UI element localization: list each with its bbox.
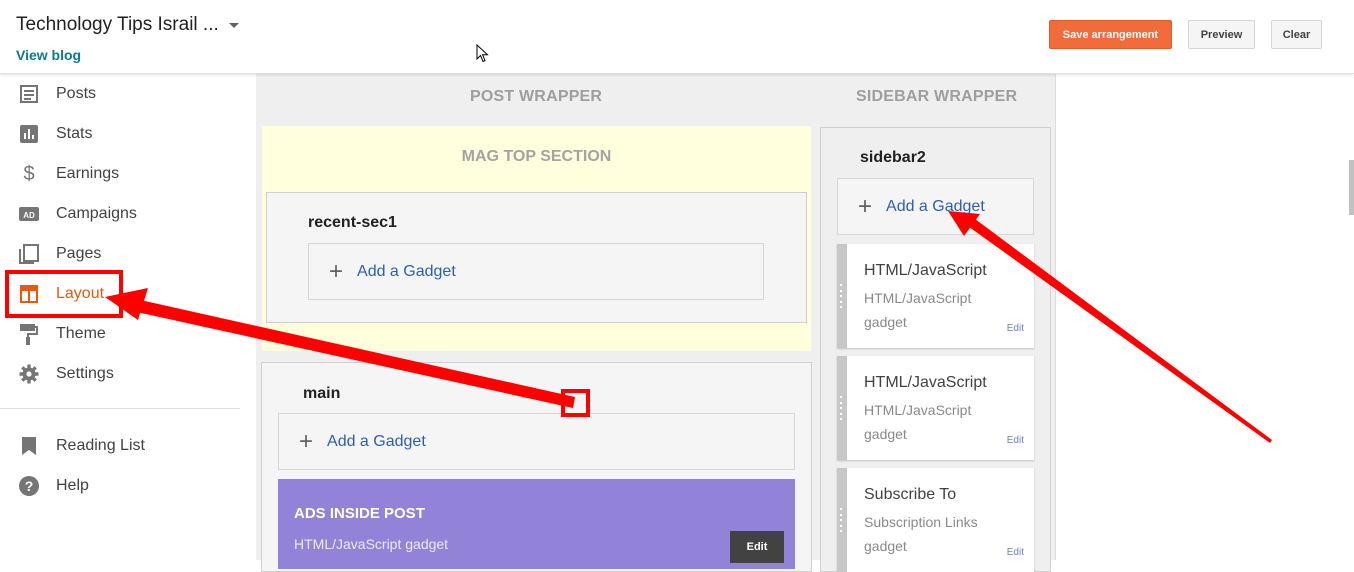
add-gadget-button[interactable]: + Add a Gadget	[837, 178, 1034, 235]
edit-button[interactable]: Edit	[730, 531, 784, 563]
sidebar-item-pages[interactable]: Pages	[0, 234, 240, 274]
clear-button[interactable]: Clear	[1271, 20, 1322, 49]
paint-roller-icon	[18, 323, 40, 345]
gadget-title: Subscribe To	[864, 486, 957, 503]
sidebar-item-label: Campaigns	[56, 205, 137, 222]
preview-button[interactable]: Preview	[1188, 20, 1255, 49]
bookmark-icon	[18, 435, 40, 457]
scrollbar-thumb[interactable]	[1349, 160, 1354, 215]
sidebar-item-label: Posts	[56, 85, 97, 102]
add-gadget-button[interactable]: + Add a Gadget	[278, 413, 795, 470]
layout-highlight-box	[5, 270, 123, 318]
sidebar-wrapper-title: SIDEBAR WRAPPER	[856, 88, 1018, 105]
section-name: main	[303, 385, 341, 402]
sidebar-item-stats[interactable]: Stats	[0, 114, 240, 154]
plus-icon: +	[329, 257, 344, 285]
sidebar-item-settings[interactable]: Settings	[0, 354, 240, 394]
nav-divider	[0, 408, 240, 409]
drag-handle-icon[interactable]	[840, 284, 844, 308]
target-highlight-box	[561, 389, 590, 417]
ads-inside-post-gadget[interactable]: ADS INSIDE POST HTML/JavaScript gadget E…	[278, 479, 795, 569]
add-gadget-button[interactable]: + Add a Gadget	[308, 243, 764, 300]
plus-icon: +	[299, 427, 314, 455]
edit-link[interactable]: Edit	[1007, 435, 1024, 446]
sidebar-item-theme[interactable]: Theme	[0, 314, 240, 354]
gadget-title: HTML/JavaScript	[864, 262, 987, 279]
gadget-card[interactable]: HTML/JavaScript HTML/JavaScript gadget E…	[837, 356, 1034, 460]
sidebar-item-reading-list[interactable]: Reading List	[0, 426, 240, 466]
mag-top-title: MAG TOP SECTION	[461, 148, 612, 165]
edit-link[interactable]: Edit	[1007, 323, 1024, 334]
sidebar-item-label: Stats	[56, 125, 93, 142]
edit-link[interactable]: Edit	[1007, 547, 1024, 558]
gadget-card[interactable]: Subscribe To Subscription Links gadget E…	[837, 468, 1034, 572]
sidebar-item-label: Pages	[56, 245, 102, 262]
help-icon: ?	[18, 475, 40, 497]
add-gadget-label: Add a Gadget	[886, 197, 985, 215]
add-gadget-label: Add a Gadget	[327, 432, 426, 450]
pages-icon	[18, 243, 40, 265]
sidebar-item-label: Theme	[56, 325, 106, 342]
gadget-subtitle: Subscription Links gadget	[864, 514, 978, 554]
posts-icon	[18, 83, 40, 105]
section-name: recent-sec1	[308, 214, 397, 231]
sidebar-item-campaigns[interactable]: AD Campaigns	[0, 194, 240, 234]
sidebar-item-label: Settings	[56, 365, 114, 382]
stats-icon	[18, 123, 40, 145]
sidebar-item-posts[interactable]: Posts	[0, 74, 240, 114]
svg-text:?: ?	[25, 478, 34, 494]
blog-selector[interactable]: Technology Tips Israil ...	[16, 14, 239, 36]
top-bar: Technology Tips Israil ... View blog Sav…	[0, 0, 1354, 74]
gadget-card[interactable]: HTML/JavaScript HTML/JavaScript gadget E…	[837, 244, 1034, 348]
sidebar-item-label: Reading List	[56, 437, 145, 454]
gadget-subtitle: HTML/JavaScript gadget	[864, 402, 972, 442]
gadget-subtitle: HTML/JavaScript gadget	[864, 290, 972, 330]
view-blog-link[interactable]: View blog	[16, 47, 81, 63]
sidebar-item-help[interactable]: ? Help	[0, 466, 240, 506]
sidebar-item-label: Help	[56, 477, 89, 494]
gadget-title: HTML/JavaScript	[864, 374, 987, 391]
gear-icon	[18, 363, 40, 385]
svg-text:AD: AD	[23, 211, 35, 220]
drag-handle-icon[interactable]	[840, 396, 844, 420]
save-arrangement-button[interactable]: Save arrangement	[1049, 20, 1172, 49]
blog-title: Technology Tips Israil ...	[16, 14, 219, 35]
drag-handle-icon[interactable]	[840, 508, 844, 532]
caret-down-icon	[228, 22, 239, 28]
mouse-cursor-icon	[476, 44, 489, 63]
ad-icon: AD	[18, 203, 40, 225]
add-gadget-label: Add a Gadget	[357, 262, 456, 280]
post-wrapper-title: POST WRAPPER	[470, 88, 603, 105]
section-name: sidebar2	[860, 149, 926, 166]
gadget-subtitle: HTML/JavaScript gadget	[294, 536, 449, 552]
sidebar-item-label: Earnings	[56, 165, 120, 182]
plus-icon: +	[858, 192, 873, 220]
gadget-title: ADS INSIDE POST	[294, 505, 425, 522]
sidebar-item-earnings[interactable]: $ Earnings	[0, 154, 240, 194]
dollar-icon: $	[23, 162, 35, 185]
